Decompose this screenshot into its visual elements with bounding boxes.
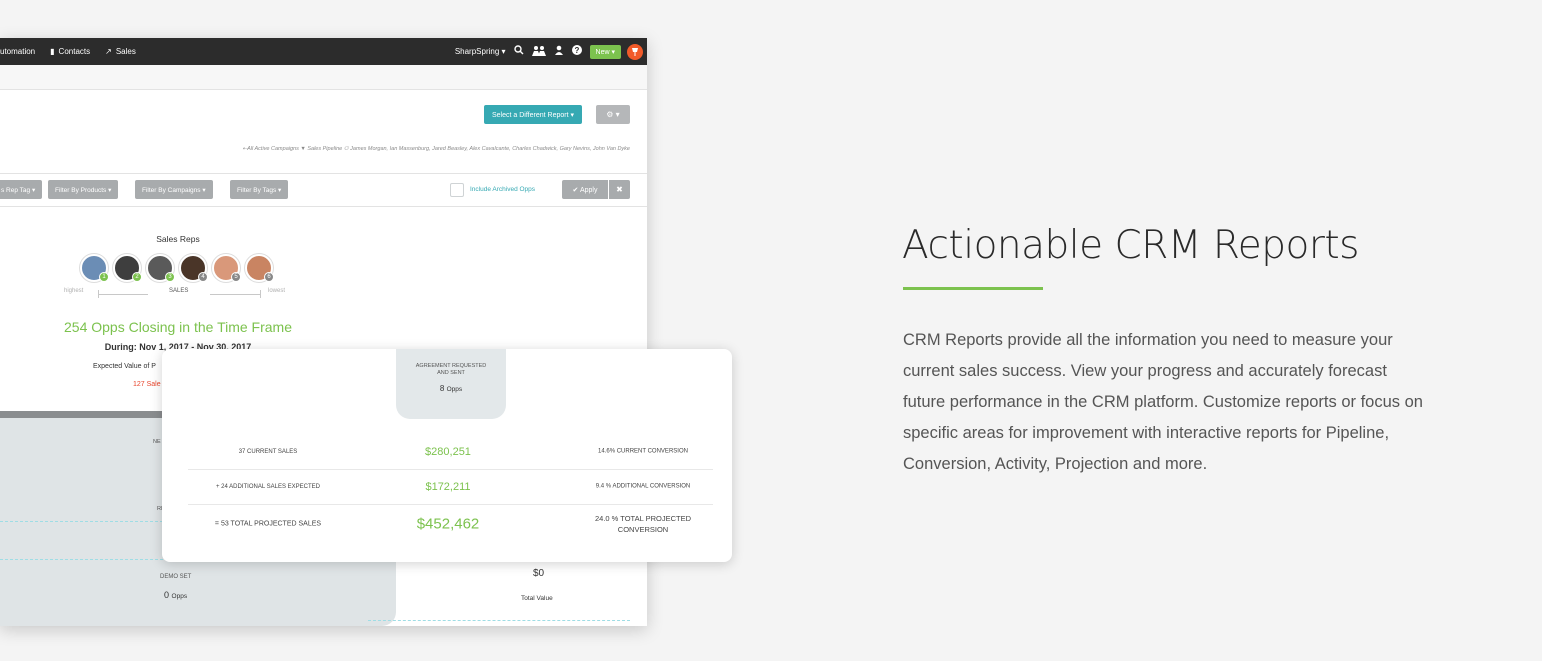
help-icon[interactable]: ? xyxy=(571,45,582,58)
scale-tick-right xyxy=(260,290,261,298)
include-archived-label: Include Archived Opps xyxy=(470,186,536,193)
projection-card: AGREEMENT REQUESTED AND SENT 8 Opps 37 C… xyxy=(162,349,732,562)
filter-sales-rep-tag-button[interactable]: s Rep Tag ▾ xyxy=(0,180,43,199)
funnel-divider xyxy=(0,521,163,522)
rank-badge: 6 xyxy=(264,272,274,282)
filter-campaigns-button[interactable]: Filter By Campaigns ▾ xyxy=(135,180,213,199)
total-projected-sales-value: $452,462 xyxy=(416,515,480,533)
scale-sales-label: SALES xyxy=(169,288,189,294)
filter-tags-button[interactable]: Filter By Tags ▾ xyxy=(230,180,289,199)
notification-icon[interactable] xyxy=(627,43,643,60)
nav-sales-label: Sales xyxy=(115,47,136,56)
opps-heading: 254 Opps Closing in the Time Frame xyxy=(64,319,292,335)
nav-automation[interactable]: utomation xyxy=(0,47,35,56)
main-nav: utomation ▮ Contacts ↗ Sales xyxy=(0,47,151,56)
agreement-count-value: 8 xyxy=(439,384,445,393)
feature-description: CRM Reports provide all the information … xyxy=(903,331,1423,473)
page-title: Actionable CRM Reports xyxy=(902,223,1360,268)
agreement-label-line-1: AGREEMENT REQUESTED xyxy=(415,363,487,369)
settings-dropdown-button[interactable]: ⚙ ▾ xyxy=(596,105,630,124)
user-icon[interactable] xyxy=(554,45,564,58)
nav-sales[interactable]: ↗ Sales xyxy=(105,47,136,56)
rank-badge: 2 xyxy=(132,272,142,282)
scale-highest-label: highest xyxy=(64,288,84,294)
agreement-stage: AGREEMENT REQUESTED AND SENT 8 Opps xyxy=(396,349,506,419)
include-archived-toggle[interactable]: Include Archived Opps xyxy=(450,180,535,199)
total-projected-conversion: 24.0 % TOTAL PROJECTED CONVERSION xyxy=(594,514,691,534)
team-icon[interactable] xyxy=(531,45,546,59)
nav-contacts-label: Contacts xyxy=(58,47,91,56)
nav-contacts[interactable]: ▮ Contacts xyxy=(50,47,90,56)
filter-products-button[interactable]: Filter By Products ▾ xyxy=(48,180,119,199)
demo-set-label: DEMO SET xyxy=(160,574,192,580)
include-archived-checkbox[interactable] xyxy=(450,182,464,197)
apply-button[interactable]: ✔ Apply xyxy=(562,180,608,199)
agreement-label-line-2: AND SENT xyxy=(437,370,465,376)
table-row: + 24 ADDITIONAL SALES EXPECTED $172,211 … xyxy=(188,470,713,505)
scale-lowest-label: lowest xyxy=(268,288,286,294)
demo-total-value: $0 xyxy=(533,568,545,579)
agreement-stage-label: AGREEMENT REQUESTED AND SENT xyxy=(396,363,506,377)
funnel-stage-label-ne: NE xyxy=(153,439,161,445)
avatar-rep-3[interactable]: 3 xyxy=(146,254,175,282)
search-icon[interactable] xyxy=(513,45,524,58)
rank-badge: 1 xyxy=(99,272,109,282)
scale-line-right xyxy=(210,294,260,295)
rank-badge: 3 xyxy=(165,272,175,282)
new-button[interactable]: New ▾ xyxy=(589,44,621,59)
sub-toolbar xyxy=(0,65,647,90)
table-row: 37 CURRENT SALES $280,251 14.6% CURRENT … xyxy=(188,434,713,470)
avatar-rep-5[interactable]: 5 xyxy=(212,254,241,282)
additional-sales-value: $172,211 xyxy=(425,481,471,493)
nav-automation-label: utomation xyxy=(0,47,36,56)
clear-filters-button[interactable]: ✖ xyxy=(609,180,630,199)
demo-set-count-value: 0 xyxy=(164,590,170,600)
sales-count-label: 127 Sale xyxy=(133,381,161,388)
scale-line-left xyxy=(98,294,148,295)
avatar-rep-4[interactable]: 4 xyxy=(179,254,208,282)
title-underline xyxy=(903,287,1043,290)
current-sales-value: $280,251 xyxy=(425,445,471,458)
funnel-divider xyxy=(368,620,630,621)
agreement-count-unit: Opps xyxy=(446,386,463,393)
avatar-rep-2[interactable]: 2 xyxy=(113,254,142,282)
table-row: = 53 TOTAL PROJECTED SALES $452,462 24.0… xyxy=(188,505,713,543)
rank-badge: 5 xyxy=(231,272,241,282)
demo-set-count-unit: Opps xyxy=(171,593,188,600)
avatar-rep-6[interactable]: 6 xyxy=(245,254,274,282)
sales-icon: ↗ xyxy=(105,47,112,56)
sales-reps-title: Sales Reps xyxy=(156,234,200,244)
top-navigation-bar: utomation ▮ Contacts ↗ Sales SharpSpring… xyxy=(0,38,647,65)
additional-conversion: 9.4 % ADDITIONAL CONVERSION xyxy=(595,483,691,490)
total-projected-sales-label: = 53 TOTAL PROJECTED SALES xyxy=(214,520,322,528)
account-switcher[interactable]: SharpSpring ▾ xyxy=(455,47,506,56)
total-value-label: Total Value xyxy=(521,595,553,602)
agreement-stage-count: 8 Opps xyxy=(396,384,506,393)
funnel-divider xyxy=(0,559,163,560)
report-filters-breadcrumb: ⇠All Active Campaigns ▼ Sales Pipeline ⚇… xyxy=(242,146,630,152)
demo-set-count: 0 Opps xyxy=(164,590,187,600)
expected-value-label: Expected Value of P xyxy=(93,363,156,370)
select-report-button[interactable]: Select a Different Report ▾ xyxy=(484,105,582,124)
current-conversion: 14.6% CURRENT CONVERSION xyxy=(598,448,688,454)
current-sales-label: 37 CURRENT SALES xyxy=(238,448,298,455)
topbar-right: SharpSpring ▾ ? New ▾ xyxy=(455,38,643,65)
svg-text:?: ? xyxy=(574,46,579,55)
filter-bar: s Rep Tag ▾ Filter By Products ▾ Filter … xyxy=(0,173,647,207)
projection-table: 37 CURRENT SALES $280,251 14.6% CURRENT … xyxy=(188,434,713,543)
rank-badge: 4 xyxy=(198,272,208,282)
contacts-icon: ▮ xyxy=(50,47,55,56)
additional-sales-label: + 24 ADDITIONAL SALES EXPECTED xyxy=(216,484,320,490)
avatar-rep-1[interactable]: 1 xyxy=(80,254,109,282)
